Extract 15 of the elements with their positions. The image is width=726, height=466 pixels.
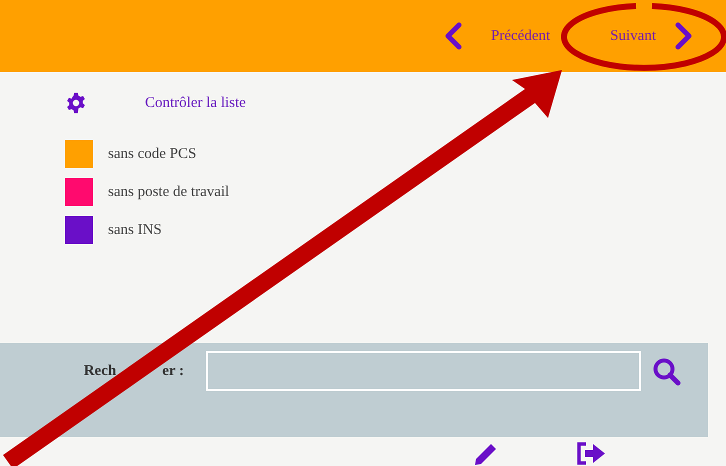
search-label: er : [162,363,184,380]
search-label: Rech [84,363,116,380]
pencil-icon[interactable] [473,441,499,466]
legend-label: sans INS [108,222,162,238]
search-field[interactable] [206,351,641,391]
legend-label: sans poste de travail [108,184,230,200]
legend-label: sans code PCS [108,146,196,162]
previous-button[interactable]: Précédent [443,22,550,50]
next-button[interactable]: Suivant [610,22,694,50]
check-list-link[interactable]: Contrôler la liste [145,94,246,112]
chevron-left-icon [443,22,464,50]
gear-icon[interactable] [65,92,87,114]
chevron-right-icon [674,22,694,50]
search-icon[interactable] [652,357,682,387]
sign-out-icon[interactable] [575,441,607,466]
